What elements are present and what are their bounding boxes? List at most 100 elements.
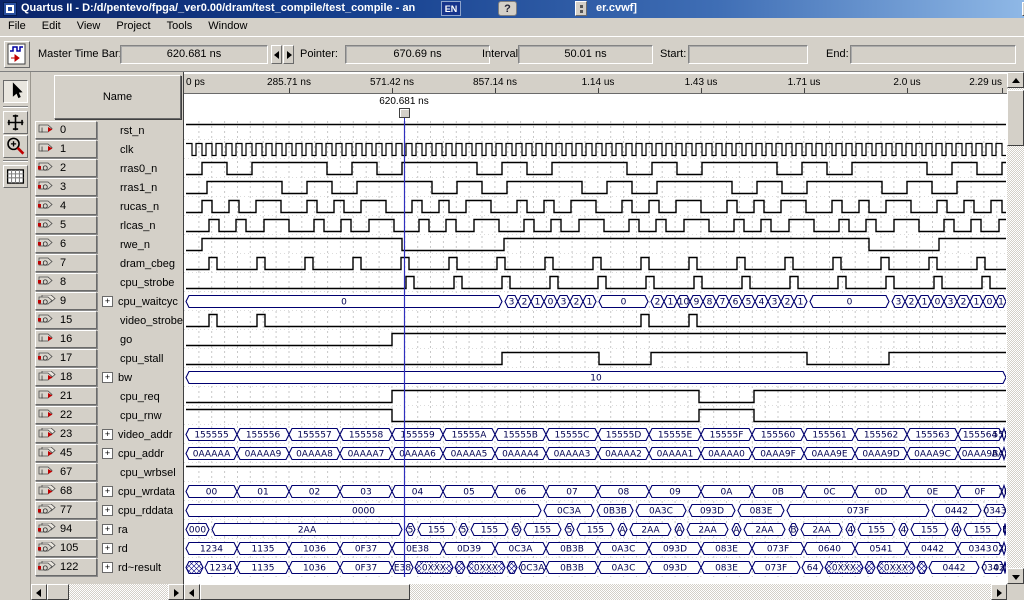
start-field[interactable] — [688, 45, 808, 64]
help-icon[interactable]: ? — [498, 1, 517, 16]
menu-item-window[interactable]: Window — [200, 18, 255, 36]
expand-icon[interactable]: + — [102, 296, 113, 307]
time-ruler[interactable]: 0 ps285.71 ns571.42 ns857.14 ns1.14 us1.… — [184, 74, 1007, 94]
signal-row-cpu_addr[interactable]: I45+cpu_addr — [31, 444, 183, 463]
signal-row-cpu_rnw[interactable]: I22cpu_rnw — [31, 406, 183, 425]
name-column-header[interactable]: Name — [54, 75, 181, 119]
signal-row-bw[interactable]: I18+bw — [31, 368, 183, 387]
signal-row-clk[interactable]: I1clk — [31, 140, 183, 159]
grid-view-tool-button[interactable] — [3, 165, 28, 188]
signal-badge[interactable]: O77 — [35, 501, 97, 519]
signal-name-cell[interactable]: cpu_req — [97, 387, 183, 406]
expand-icon[interactable]: + — [102, 543, 113, 554]
expand-icon[interactable]: + — [102, 372, 113, 383]
expand-icon[interactable]: + — [102, 429, 113, 440]
signal-badge[interactable]: O15 — [35, 311, 97, 329]
signal-name-cell[interactable]: +cpu_waitcyc — [97, 292, 183, 311]
time-cursor-handle[interactable] — [399, 108, 410, 118]
vertical-scroll-thumb[interactable] — [1007, 90, 1024, 146]
menu-item-project[interactable]: Project — [108, 18, 158, 36]
expand-icon[interactable]: + — [102, 505, 113, 516]
signal-row-video_addr[interactable]: I23+video_addr — [31, 425, 183, 444]
signal-badge[interactable]: O6 — [35, 235, 97, 253]
signal-name-cell[interactable]: +rd — [97, 539, 183, 558]
signal-row-ra[interactable]: O94+ra — [31, 520, 183, 539]
signal-name-cell[interactable]: rlcas_n — [97, 216, 183, 235]
signal-row-cpu_req[interactable]: I21cpu_req — [31, 387, 183, 406]
signal-row-rd~result[interactable]: O122+rd~result — [31, 558, 183, 577]
signal-badge[interactable]: O122 — [35, 558, 97, 576]
signal-badge[interactable]: I67 — [35, 463, 97, 481]
signal-badge[interactable]: O5 — [35, 216, 97, 234]
signal-name-cell[interactable]: rras0_n — [97, 159, 183, 178]
signal-badge[interactable]: O8 — [35, 273, 97, 291]
signal-row-cpu_wrdata[interactable]: I68+cpu_wrdata — [31, 482, 183, 501]
name-scroll-right-button[interactable] — [168, 584, 184, 600]
signal-name-cell[interactable]: +ra — [97, 520, 183, 539]
name-panel-scrollbar[interactable] — [31, 584, 184, 600]
signal-name-cell[interactable]: video_strobe — [97, 311, 183, 330]
signal-name-cell[interactable]: cpu_stall — [97, 349, 183, 368]
wave-scroll-left-button[interactable] — [184, 584, 200, 600]
signal-row-rd[interactable]: O105+rd — [31, 539, 183, 558]
signal-badge[interactable]: O105 — [35, 539, 97, 557]
zoom-tool-button[interactable] — [3, 135, 28, 158]
signal-name-cell[interactable]: go — [97, 330, 183, 349]
language-options-button[interactable] — [575, 1, 587, 16]
signal-name-cell[interactable]: cpu_rnw — [97, 406, 183, 425]
master-time-bar-field[interactable]: 620.681 ns — [120, 45, 268, 64]
menu-item-view[interactable]: View — [69, 18, 109, 36]
zoom-splitter-tool-button[interactable] — [3, 111, 28, 134]
signal-row-rras0_n[interactable]: O2rras0_n — [31, 159, 183, 178]
signal-name-cell[interactable]: +cpu_rddata — [97, 501, 183, 520]
menu-item-edit[interactable]: Edit — [34, 18, 69, 36]
signal-name-cell[interactable]: cpu_wrbsel — [97, 463, 183, 482]
expand-icon[interactable]: + — [102, 486, 113, 497]
signal-row-dram_cbeg[interactable]: O7dram_cbeg — [31, 254, 183, 273]
signal-name-cell[interactable]: rwe_n — [97, 235, 183, 254]
expand-icon[interactable]: + — [102, 562, 113, 573]
name-scroll-left-button[interactable] — [31, 584, 47, 600]
scroll-up-button[interactable] — [1007, 72, 1024, 88]
signal-name-cell[interactable]: rst_n — [97, 121, 183, 140]
time-marker-strip[interactable]: 620.681 ns — [184, 94, 1007, 121]
signal-badge[interactable]: O94 — [35, 520, 97, 538]
signal-name-cell[interactable]: rras1_n — [97, 178, 183, 197]
signal-name-cell[interactable]: +bw — [97, 368, 183, 387]
waveform-scrollbar[interactable] — [184, 584, 1007, 600]
signal-name-cell[interactable]: +cpu_addr — [97, 444, 183, 463]
signal-row-cpu_rddata[interactable]: O77+cpu_rddata — [31, 501, 183, 520]
title-bar[interactable]: Quartus II - D:/d/pentevo/fpga/_ver0.00/… — [0, 0, 1024, 18]
signal-badge[interactable]: I23 — [35, 425, 97, 443]
signal-badge[interactable]: I22 — [35, 406, 97, 424]
signal-name-cell[interactable]: +cpu_wrdata — [97, 482, 183, 501]
signal-name-cell[interactable]: +rd~result — [97, 558, 183, 577]
expand-icon[interactable]: + — [102, 524, 113, 535]
signal-badge[interactable]: I16 — [35, 330, 97, 348]
signal-row-cpu_stall[interactable]: O17cpu_stall — [31, 349, 183, 368]
signal-badge[interactable]: I0 — [35, 121, 97, 139]
signal-badge[interactable]: O3 — [35, 178, 97, 196]
expand-icon[interactable]: + — [102, 448, 113, 459]
signal-badge[interactable]: I1 — [35, 140, 97, 158]
name-scroll-thumb[interactable] — [47, 584, 69, 600]
signal-row-cpu_waitcyc[interactable]: O9+cpu_waitcyc — [31, 292, 183, 311]
end-field[interactable] — [850, 45, 1016, 64]
signal-badge[interactable]: O17 — [35, 349, 97, 367]
signal-row-rucas_n[interactable]: O4rucas_n — [31, 197, 183, 216]
signal-badge[interactable]: I18 — [35, 368, 97, 386]
signal-row-rlcas_n[interactable]: O5rlcas_n — [31, 216, 183, 235]
waveform-canvas[interactable]: 0321032102110987654321032103210110155555… — [184, 121, 1006, 577]
menu-item-file[interactable]: File — [0, 18, 34, 36]
signal-badge[interactable]: I21 — [35, 387, 97, 405]
signal-row-go[interactable]: I16go — [31, 330, 183, 349]
signal-badge[interactable]: O7 — [35, 254, 97, 272]
signal-row-rst_n[interactable]: I0rst_n — [31, 121, 183, 140]
quartus-app-icon[interactable] — [3, 2, 17, 16]
master-time-next-button[interactable] — [283, 45, 294, 64]
signal-row-rras1_n[interactable]: O3rras1_n — [31, 178, 183, 197]
signal-badge[interactable]: O4 — [35, 197, 97, 215]
signal-row-cpu_strobe[interactable]: O8cpu_strobe — [31, 273, 183, 292]
signal-name-cell[interactable]: rucas_n — [97, 197, 183, 216]
signal-row-video_strobe[interactable]: O15video_strobe — [31, 311, 183, 330]
